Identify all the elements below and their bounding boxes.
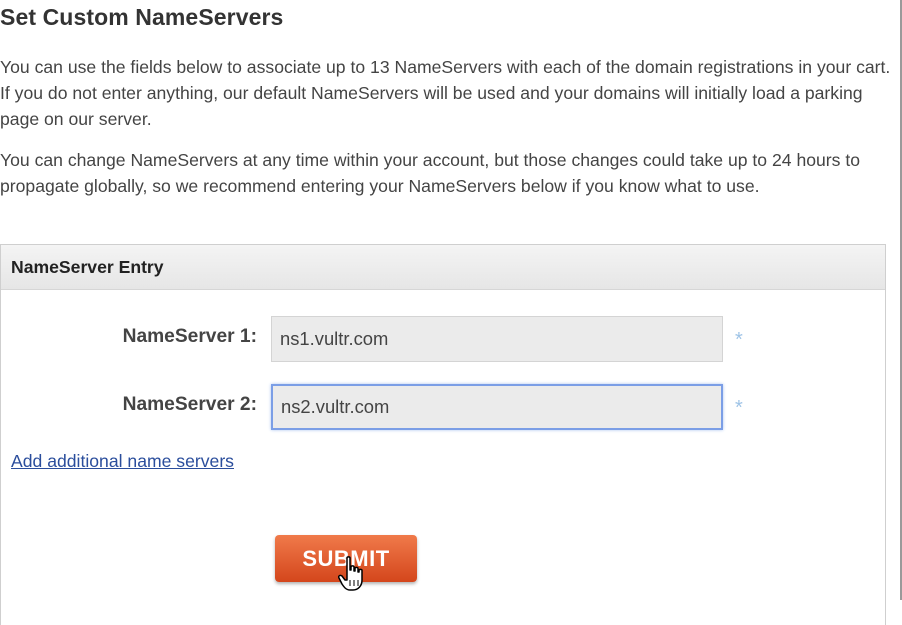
intro-paragraph-1: You can use the fields below to associat… [0, 57, 891, 129]
intro-paragraph-2: You can change NameServers at any time w… [0, 150, 861, 196]
page-title: Set Custom NameServers [0, 4, 284, 30]
nameserver-entry-panel: NameServer Entry NameServer 1: * NameSer… [0, 244, 886, 625]
required-asterisk-icon: * [735, 397, 743, 419]
panel-header: NameServer Entry [1, 245, 885, 290]
nameserver-1-input[interactable] [271, 316, 723, 362]
nameserver-2-input[interactable] [271, 384, 723, 430]
hand-pointer-icon [338, 556, 363, 591]
required-asterisk-icon: * [735, 329, 743, 351]
nameserver-1-label: NameServer 1: [122, 326, 257, 347]
nameserver-2-label: NameServer 2: [122, 394, 257, 415]
add-nameservers-link[interactable]: Add additional name servers [11, 451, 234, 472]
